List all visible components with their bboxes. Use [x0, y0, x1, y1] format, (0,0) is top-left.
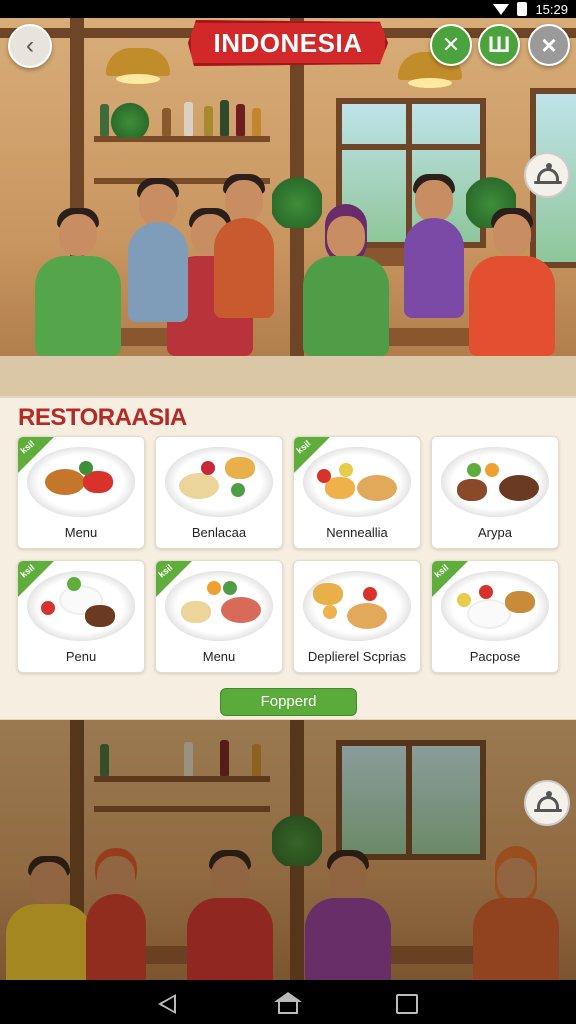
crossed-utensils-button[interactable]: ✕	[430, 24, 472, 66]
menu-card[interactable]: Benlacaa	[155, 436, 283, 549]
dish-image	[303, 447, 411, 517]
fork-button[interactable]: Ш	[478, 24, 520, 66]
menu-card[interactable]: Arypa	[431, 436, 559, 549]
close-icon: ×	[541, 30, 557, 60]
menu-card-label: Arypa	[478, 525, 512, 540]
crossed-utensils-icon: ✕	[441, 32, 461, 57]
close-button[interactable]: ×	[528, 24, 570, 66]
page-title: INDONESIA	[188, 20, 388, 66]
nav-back-icon[interactable]	[158, 994, 176, 1014]
menu-card[interactable]: Deplierel Scprias	[293, 560, 421, 673]
menu-card-label: Deplierel Scprias	[307, 649, 407, 664]
dish-image	[165, 447, 273, 517]
nav-recents-icon[interactable]	[396, 994, 418, 1014]
fork-icon: Ш	[487, 32, 511, 57]
dish-image	[27, 447, 135, 517]
nav-home-icon[interactable]	[274, 992, 302, 1014]
menu-card[interactable]: ksil Nenneallia	[293, 436, 421, 549]
restaurant-scene-top	[0, 18, 576, 396]
panel-action-button[interactable]: Fopperd	[220, 688, 357, 716]
menu-card[interactable]: ksil Penu	[17, 560, 145, 673]
menu-card[interactable]: ksil Menu	[17, 436, 145, 549]
menu-panel: RESTORAASIA ksil Menu Benlacaa ksil Nenn…	[0, 396, 576, 721]
menu-card[interactable]: ksil Pacpose	[431, 560, 559, 673]
status-time: 15:29	[535, 1, 568, 17]
battery-icon	[517, 2, 528, 16]
serve-button-top[interactable]	[524, 152, 570, 198]
restaurant-scene-bottom	[0, 720, 576, 980]
menu-card-label: Pacpose	[469, 649, 521, 664]
chevron-left-icon: ‹	[26, 32, 34, 59]
menu-card-label: Nenneallia	[326, 525, 388, 540]
menu-card[interactable]: ksil Menu	[155, 560, 283, 673]
wifi-icon	[493, 3, 510, 15]
dish-image	[441, 447, 549, 517]
dish-image	[441, 571, 549, 641]
menu-card-label: Benlacaa	[191, 525, 247, 540]
dish-image	[303, 571, 411, 641]
system-nav-bar	[0, 980, 576, 1024]
back-button[interactable]: ‹	[8, 24, 52, 68]
status-bar: 15:29	[0, 0, 576, 18]
dish-image	[27, 571, 135, 641]
menu-grid: ksil Menu Benlacaa ksil Nenneallia Arypa…	[17, 436, 561, 673]
menu-card-label: Menu	[202, 649, 236, 664]
menu-panel-title: RESTORAASIA	[18, 404, 187, 431]
menu-card-label: Penu	[65, 649, 97, 664]
dish-image	[165, 571, 273, 641]
serve-button-bottom[interactable]	[524, 780, 570, 826]
menu-card-label: Menu	[64, 525, 98, 540]
